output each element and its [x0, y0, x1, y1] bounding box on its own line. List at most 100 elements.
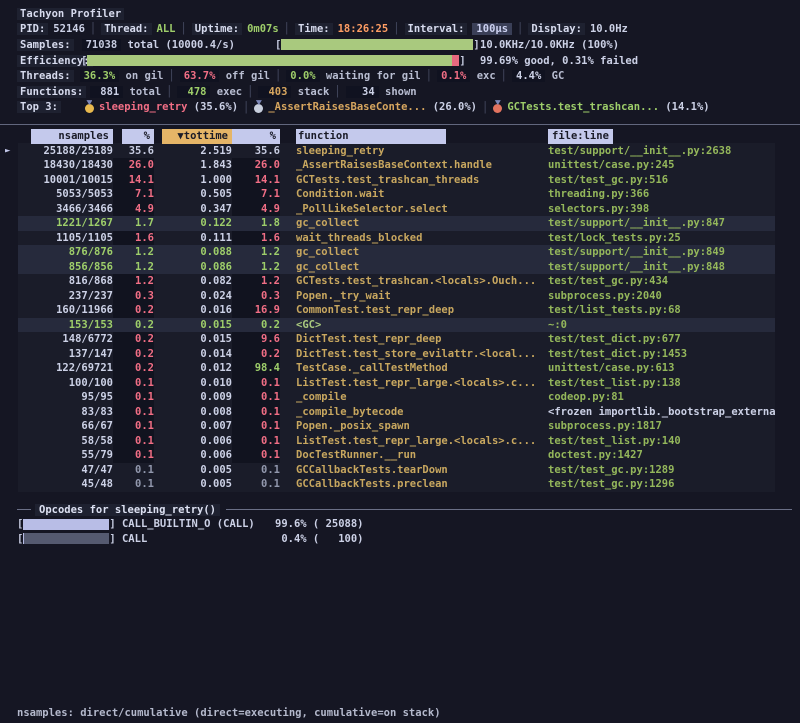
table-row[interactable]: 122/69721 0.2 0.012 98.4 TestCase._callT…: [18, 361, 775, 376]
table-row[interactable]: 237/237 0.3 0.024 0.3 Popen._try_wait su…: [18, 289, 775, 304]
samples-total: 71038: [82, 39, 122, 51]
column-header-direct-pct[interactable]: %: [113, 129, 154, 144]
cell-function: Popen._try_wait: [296, 289, 548, 304]
threads-label: Threads:: [17, 70, 74, 82]
separator: │: [270, 70, 286, 82]
column-header-cumulative-pct[interactable]: %: [232, 129, 280, 144]
table-row[interactable]: 148/6772 0.2 0.015 9.6 DictTest.test_rep…: [18, 332, 775, 347]
cell-gap: [280, 245, 296, 260]
table-row[interactable]: 45/48 0.1 0.005 0.1 GCCallbackTests.prec…: [18, 477, 775, 492]
samples-line: Samples: 71038 total (10000.4/s) [] 10.0…: [17, 37, 800, 53]
cell-direct-pct: 7.1: [113, 187, 154, 202]
table-row[interactable]: 55/79 0.1 0.006 0.1 DocTestRunner.__run …: [18, 448, 775, 463]
cell-nsamples: 18430/18430: [18, 158, 113, 173]
cell-function: Condition.wait: [296, 187, 548, 202]
top3-item[interactable]: GCTests.test_trashcan... (14.1%): [493, 101, 709, 113]
efficiency-line: Efficiency: [] 99.69% good, 0.31% failed: [17, 53, 800, 69]
cell-function: DictTest.test_store_evilattr.<local...: [296, 347, 548, 362]
status-value: 0m07s: [247, 23, 279, 35]
threads-line: Threads: 36.3% on gil│63.7% off gil│0.0%…: [17, 68, 800, 84]
cell-file-line: test/test_list.py:138: [548, 376, 775, 391]
profiler-screen: Tachyon Profiler PID:52146│Thread:ALL│Up…: [0, 0, 800, 723]
cell-file-line: codeop.py:81: [548, 390, 775, 405]
cell-function: GCTests.test_trashcan_threads: [296, 173, 548, 188]
efficiency-bar: []: [81, 53, 466, 68]
cell-nsamples: 3466/3466: [18, 202, 113, 217]
column-header-tottime-sorted[interactable]: ▼tottime: [154, 129, 232, 144]
table-row[interactable]: 95/95 0.1 0.009 0.1 _compile codeop.py:8…: [18, 390, 775, 405]
cell-tottime: 0.010: [154, 376, 232, 391]
table-top-rule: [0, 124, 800, 125]
cell-cumulative-pct: 98.4: [232, 361, 280, 376]
table-row[interactable]: 66/67 0.1 0.007 0.1 Popen._posix_spawn s…: [18, 419, 775, 434]
cell-nsamples: 816/868: [18, 274, 113, 289]
cell-tottime: 0.088: [154, 245, 232, 260]
cell-cumulative-pct: 9.6: [232, 332, 280, 347]
cell-tottime: 0.111: [154, 231, 232, 246]
cell-nsamples: 95/95: [18, 390, 113, 405]
cell-nsamples: 100/100: [18, 376, 113, 391]
cell-nsamples: 10001/10015: [18, 173, 113, 188]
table-row[interactable]: 10001/10015 14.1 1.000 14.1 GCTests.test…: [18, 173, 775, 188]
cell-gap: [280, 463, 296, 478]
samples-rate: 10.0KHz/10.0KHz (100%): [480, 39, 619, 51]
header-stats: Tachyon Profiler PID:52146│Thread:ALL│Up…: [17, 6, 800, 115]
table-row[interactable]: 876/876 1.2 0.088 1.2 gc_collect test/su…: [18, 245, 775, 260]
table-row[interactable]: 137/147 0.2 0.014 0.2 DictTest.test_stor…: [18, 347, 775, 362]
cell-function: ListTest.test_repr_large.<locals>.c...: [296, 434, 548, 449]
table-row[interactable]: 856/856 1.2 0.086 1.2 gc_collect test/su…: [18, 260, 775, 275]
cell-tottime: 0.009: [154, 390, 232, 405]
top3-function-name: GCTests.test_trashcan...: [507, 101, 659, 113]
separator: │: [85, 23, 101, 35]
bracket-close: ]: [473, 39, 479, 51]
separator: │: [242, 86, 258, 98]
table-row[interactable]: 1221/1267 1.7 0.122 1.8 gc_collect test/…: [18, 216, 775, 231]
table-row[interactable]: ► 25188/25189 35.6 2.519 35.6 sleeping_r…: [18, 144, 775, 159]
cell-gap: [280, 289, 296, 304]
cell-cumulative-pct: 0.2: [232, 318, 280, 333]
column-header-nsamples[interactable]: nsamples: [18, 129, 113, 144]
column-header-function[interactable]: function: [296, 129, 548, 144]
column-gap: [280, 129, 296, 144]
cell-function: GCTests.test_trashcan.<locals>.Ouch...: [296, 274, 548, 289]
status-label: PID:: [17, 23, 48, 35]
table-row[interactable]: 18430/18430 26.0 1.843 26.0 _AssertRaise…: [18, 158, 775, 173]
cell-gap: [280, 274, 296, 289]
table-row[interactable]: 153/153 0.2 0.015 0.2 <GC> ~:0: [18, 318, 775, 333]
efficiency-summary: 99.69% good, 0.31% failed: [480, 55, 638, 67]
top3-item[interactable]: sleeping_retry (35.6%): [85, 101, 238, 113]
opcode-row: [] CALL 0.4% ( 100): [17, 531, 777, 546]
status-label: Uptime:: [192, 23, 242, 35]
cell-function: _compile: [296, 390, 548, 405]
table-row[interactable]: 47/47 0.1 0.005 0.1 GCCallbackTests.tear…: [18, 463, 775, 478]
separator: │: [175, 23, 191, 35]
cell-direct-pct: 0.2: [113, 347, 154, 362]
column-header-file-line[interactable]: file:line: [548, 129, 775, 144]
cell-function: gc_collect: [296, 216, 548, 231]
table-row[interactable]: 1105/1105 1.6 0.111 1.6 wait_threads_blo…: [18, 231, 775, 246]
top3-percentage: (35.6%): [187, 101, 238, 113]
cell-direct-pct: 0.1: [113, 390, 154, 405]
stat-value: 0.0%: [286, 70, 319, 82]
cell-direct-pct: 0.1: [113, 434, 154, 449]
table-row[interactable]: 5053/5053 7.1 0.505 7.1 Condition.wait t…: [18, 187, 775, 202]
table-row[interactable]: 160/11966 0.2 0.016 16.9 CommonTest.test…: [18, 303, 775, 318]
table-row[interactable]: 83/83 0.1 0.008 0.1 _compile_bytecode <f…: [18, 405, 775, 420]
cell-cumulative-pct: 7.1: [232, 187, 280, 202]
table-row[interactable]: 100/100 0.1 0.010 0.1 ListTest.test_repr…: [18, 376, 775, 391]
top3-item[interactable]: _AssertRaisesBaseConte... (26.0%): [254, 101, 477, 113]
cell-cumulative-pct: 0.2: [232, 347, 280, 362]
cell-cumulative-pct: 0.3: [232, 289, 280, 304]
functions-label: Functions:: [17, 86, 86, 98]
table-row[interactable]: 3466/3466 4.9 0.347 4.9 _PollLikeSelecto…: [18, 202, 775, 217]
cell-cumulative-pct: 4.9: [232, 202, 280, 217]
cell-tottime: 0.008: [154, 405, 232, 420]
cell-direct-pct: 4.9: [113, 202, 154, 217]
table-row[interactable]: 816/868 1.2 0.082 1.2 GCTests.test_trash…: [18, 274, 775, 289]
stat-value: 0.1%: [437, 70, 470, 82]
table-row[interactable]: 58/58 0.1 0.006 0.1 ListTest.test_repr_l…: [18, 434, 775, 449]
bronze-medal-icon: [493, 104, 502, 113]
cell-function: GCCallbackTests.tearDown: [296, 463, 548, 478]
cell-cumulative-pct: 0.1: [232, 477, 280, 492]
cell-tottime: 2.519: [154, 144, 232, 159]
